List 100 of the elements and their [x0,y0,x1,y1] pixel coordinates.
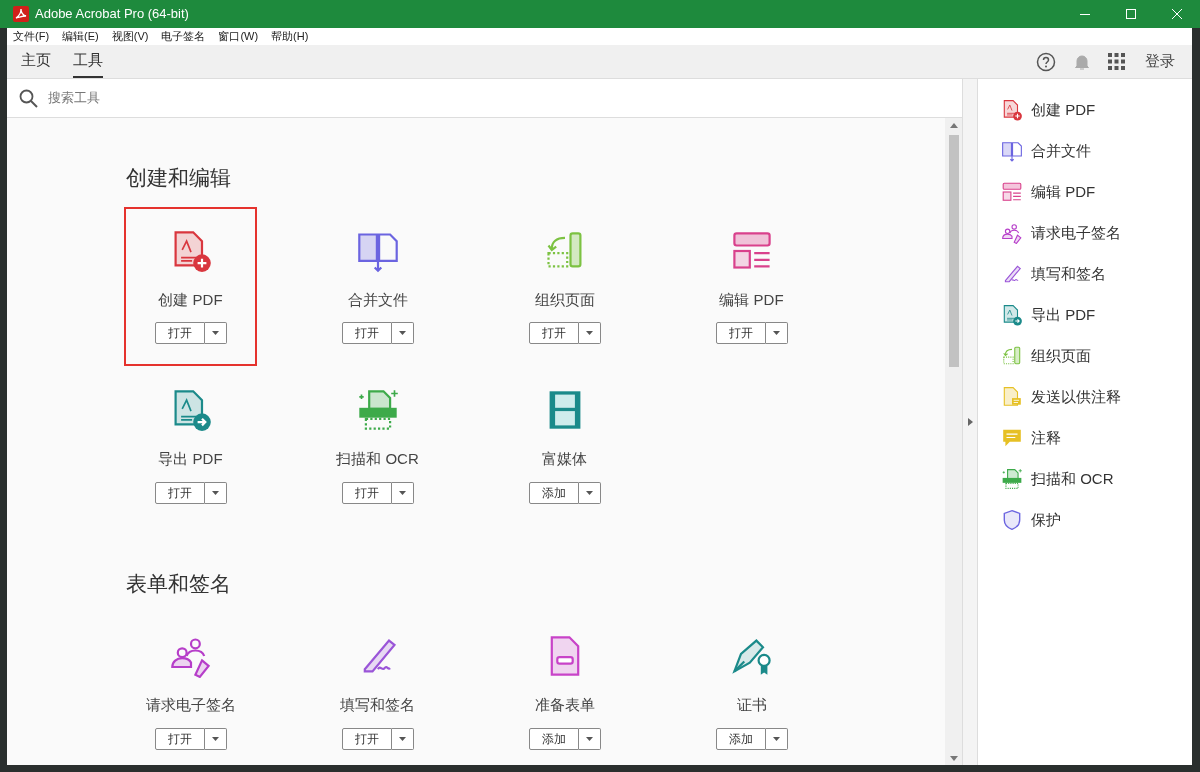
dropdown-button[interactable] [578,322,601,344]
tool-tile[interactable]: 富媒体 添加 [498,366,631,526]
dropdown-button[interactable] [765,322,788,344]
tool-link[interactable]: 填写和签名 [1031,262,1106,286]
open-button[interactable]: 打开 [341,727,392,750]
scrollbar[interactable] [945,118,962,765]
document-plus-icon [1001,99,1023,121]
caret-icon [398,736,406,741]
tool-label: 填写和签名 [340,695,415,715]
minimize-icon [1080,13,1090,15]
section-heading: 创建和编辑 [126,165,232,191]
close-icon [1172,9,1182,19]
caret-icon [585,736,593,741]
expand-arrow-icon[interactable] [967,418,973,426]
tool-label: 富媒体 [542,449,587,469]
tool-link[interactable]: 编辑 PDF [1031,180,1096,204]
tool-tile[interactable]: 编辑 PDF 打开 [685,206,818,366]
menu-item[interactable]: 视图(V) [111,28,149,45]
tool-link[interactable]: 导出 PDF [1031,303,1096,327]
tool-tile[interactable]: 扫描和 OCR 打开 [311,366,444,526]
tool-link[interactable]: 请求电子签名 [1031,221,1121,245]
search-field[interactable]: 搜索工具 [48,88,950,108]
maximize-icon [1126,9,1136,19]
open-button[interactable]: 打开 [154,481,205,504]
menu-item[interactable]: 电子签名 [161,28,206,45]
tool-tile[interactable]: 组织页面 打开 [498,206,631,366]
open-button[interactable]: 添加 [528,727,579,750]
caret-icon [211,736,219,741]
menu-item[interactable]: 窗口(W) [218,28,259,45]
dropdown-button[interactable] [204,322,227,344]
menu-item[interactable]: 文件(F) [13,28,50,45]
comment-icon [1001,427,1023,449]
tool-tile[interactable]: 填写和签名 打开 [311,612,444,765]
tool-link[interactable]: 组织页面 [1031,344,1091,368]
tool-label: 编辑 PDF [719,289,784,310]
menu-item[interactable]: 帮助(H) [271,28,309,45]
tool-link[interactable]: 创建 PDF [1031,98,1096,122]
tool-label: 请求电子签名 [145,695,236,715]
scanner-icon [1001,468,1023,490]
open-button[interactable]: 添加 [528,481,579,504]
tool-link[interactable]: 保护 [1031,508,1061,532]
tool-label: 证书 [736,695,767,715]
search-icon [19,88,38,108]
tool-tile[interactable]: 导出 PDF 打开 [124,366,257,526]
dropdown-button[interactable] [391,322,414,344]
caret-icon [398,331,406,335]
dropdown-button[interactable] [765,727,788,750]
dropdown-button[interactable] [204,727,227,750]
tool-link[interactable]: 扫描和 OCR [1031,467,1114,491]
caret-icon [772,331,780,335]
scroll-down-icon[interactable] [949,756,958,761]
tool-tile[interactable]: 合并文件 打开 [311,206,444,366]
caret-icon [211,490,219,495]
caret-icon [211,331,219,335]
dropdown-button[interactable] [578,727,601,750]
open-button[interactable]: 打开 [528,322,579,344]
tool-link[interactable]: 注释 [1031,426,1061,450]
document-arrow-icon [1001,304,1023,326]
tool-link[interactable]: 合并文件 [1031,139,1091,163]
apps-grid-icon[interactable] [1108,53,1125,70]
app-logo-icon [13,6,29,22]
people-pen-icon [1001,222,1023,244]
section-heading: 表单和签名 [126,570,232,597]
dropdown-button[interactable] [204,481,227,504]
tool-label: 创建 PDF [158,289,223,310]
caret-icon [398,490,406,495]
tool-label: 准备表单 [534,695,595,715]
caret-icon [772,736,780,741]
scrollbar-thumb[interactable] [948,135,959,367]
help-icon[interactable] [1036,51,1056,72]
open-button[interactable]: 打开 [154,727,205,750]
open-button[interactable]: 打开 [341,481,392,504]
scroll-up-icon[interactable] [949,123,958,128]
sign-in-link[interactable]: 登录 [1145,50,1175,73]
merge-documents-icon [1001,140,1023,162]
open-button[interactable]: 打开 [154,322,205,344]
caret-icon [585,331,593,335]
nav-tab[interactable]: 工具 [73,45,103,78]
dropdown-button[interactable] [391,481,414,504]
edit-layout-icon [1001,181,1023,203]
caret-icon [585,490,593,495]
open-button[interactable]: 打开 [715,322,766,344]
tool-link[interactable]: 发送以供注释 [1031,385,1121,409]
bell-icon[interactable] [1073,52,1091,71]
tool-label: 合并文件 [347,289,408,310]
organize-pages-icon [1001,345,1023,367]
tool-tile[interactable]: 准备表单 添加 [498,612,631,765]
tool-tile[interactable]: 证书 添加 [685,612,818,765]
open-button[interactable]: 打开 [341,322,392,344]
tool-label: 扫描和 OCR [336,449,419,469]
dropdown-button[interactable] [391,727,414,750]
open-button[interactable]: 添加 [715,727,766,750]
shield-icon [1001,509,1023,531]
menu-item[interactable]: 编辑(E) [62,28,99,45]
dropdown-button[interactable] [578,481,601,504]
tool-label: 组织页面 [534,289,595,310]
tool-tile[interactable]: 请求电子签名 打开 [124,612,257,765]
tool-tile[interactable]: 创建 PDF 打开 [124,206,257,366]
document-comment-icon [1001,386,1023,408]
nav-tab[interactable]: 主页 [21,45,51,78]
